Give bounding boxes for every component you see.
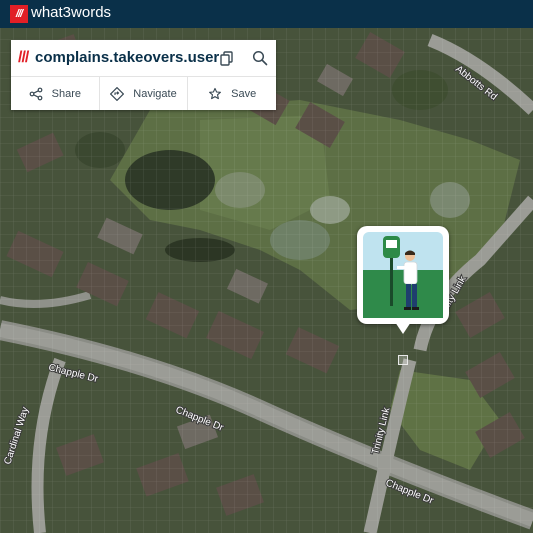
three-word-address[interactable]: complains.takeovers.user: [35, 49, 219, 66]
what3words-logo-icon[interactable]: ///: [10, 5, 28, 23]
share-label: Share: [51, 87, 82, 100]
brand-name[interactable]: what3words: [31, 4, 111, 22]
save-label: Save: [231, 87, 257, 100]
copy-icon[interactable]: [218, 49, 236, 67]
pin-pointer: [395, 322, 411, 334]
location-pin[interactable]: [357, 226, 449, 334]
person-at-sign-illustration-icon: [363, 232, 443, 318]
navigate-label: Navigate: [133, 87, 177, 100]
save-button[interactable]: Save: [188, 77, 276, 110]
search-icon[interactable]: [251, 49, 269, 67]
selected-square-marker[interactable]: [398, 355, 408, 365]
address-row: /// complains.takeovers.user: [11, 40, 276, 77]
share-button[interactable]: Share: [11, 77, 100, 110]
star-icon: [209, 87, 222, 99]
action-bar: Share Navigate Save: [11, 77, 276, 110]
top-bar: /// what3words: [0, 0, 533, 28]
pin-callout: [357, 226, 449, 324]
navigate-button[interactable]: Navigate: [100, 77, 189, 110]
share-icon: [29, 87, 43, 100]
navigate-icon: [110, 86, 125, 101]
location-card: /// complains.takeovers.user Share Navig…: [11, 40, 276, 110]
triple-slash: ///: [18, 49, 29, 66]
